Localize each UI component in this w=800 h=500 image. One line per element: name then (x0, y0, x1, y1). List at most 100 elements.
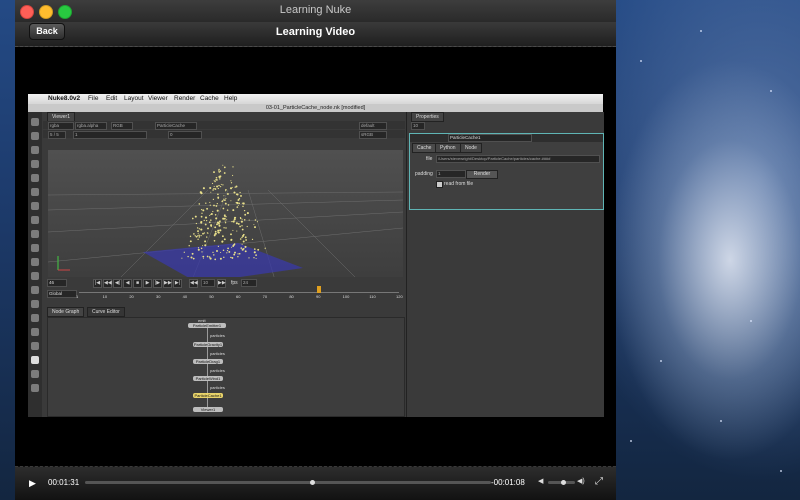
particle (255, 254, 257, 256)
particle (248, 257, 250, 259)
padding-field[interactable]: 1 (436, 170, 466, 178)
particle (230, 182, 233, 184)
play-icon[interactable]: ▶ (29, 478, 36, 489)
timeline-tick: 40 (182, 294, 188, 299)
tab-python[interactable]: Python (435, 143, 461, 153)
particle (221, 235, 224, 238)
particle (194, 215, 197, 218)
video-frame[interactable]: Nuke8.0v2 File Edit Layout Viewer Render… (28, 94, 604, 417)
particle (225, 190, 227, 192)
particle (242, 240, 245, 243)
file-path-field[interactable]: /Users/stevewright/Desktop/ParticleCache… (436, 155, 600, 163)
node-viewer[interactable]: Viewer1 (193, 407, 223, 412)
particle (209, 204, 211, 206)
particle (219, 178, 221, 180)
particle (217, 231, 220, 234)
node-particle-drag[interactable]: ParticleDrag1 (193, 359, 223, 364)
current-frame-field[interactable]: 46 (47, 279, 67, 287)
node-graph-canvas[interactable]: emit ParticleEmitter1 particles Particle… (47, 317, 405, 417)
particle (243, 209, 246, 212)
fps-field[interactable]: 24 (241, 279, 257, 287)
volume-knob[interactable] (560, 480, 566, 485)
particle (243, 219, 246, 221)
particle (255, 257, 257, 260)
particle (223, 238, 226, 241)
particle (251, 238, 254, 241)
particle (230, 200, 232, 202)
play-backward-button[interactable]: ◀ (123, 279, 132, 288)
seek-bar[interactable] (85, 480, 491, 485)
max-panels-field[interactable]: 10 (411, 122, 425, 130)
tab-curve-editor[interactable]: Curve Editor (87, 307, 125, 317)
particle (200, 234, 202, 237)
volume-low-icon: ◀ (538, 478, 544, 485)
colorspace-field: sRGB (359, 131, 387, 139)
tab-node[interactable]: Node (460, 143, 482, 153)
particle (244, 245, 247, 248)
range-select[interactable]: Global (47, 290, 77, 298)
particle (217, 197, 219, 199)
particles-label-4: particles (210, 385, 225, 390)
node-particle-gravity[interactable]: ParticleGravity1 (193, 342, 223, 347)
particle (216, 250, 218, 252)
particle (241, 228, 244, 231)
particle (202, 245, 204, 247)
last-frame-button[interactable]: ▶| (173, 279, 182, 288)
particle (206, 207, 209, 210)
skip-back-button[interactable]: ◀◀ (189, 279, 198, 288)
padding-label: padding (415, 171, 433, 177)
render-button[interactable]: Render (466, 170, 498, 179)
particle (230, 256, 232, 259)
particle (235, 222, 238, 225)
node-name-field[interactable]: ParticleCache1 (448, 134, 532, 142)
play-forward-button[interactable]: ▶ (143, 279, 152, 288)
particle (237, 256, 239, 258)
playhead[interactable] (317, 286, 321, 293)
keyer-icon (31, 202, 39, 210)
seek-knob[interactable] (310, 480, 316, 485)
particle (214, 214, 217, 216)
timeline-tick: 30 (156, 294, 161, 299)
stop-button[interactable]: ■ (133, 279, 142, 288)
skip-forward-button[interactable]: ▶▶ (217, 279, 226, 288)
particle (236, 206, 239, 208)
fullscreen-icon[interactable]: ⤢ (595, 476, 603, 487)
particle (238, 252, 241, 255)
step-forward-button[interactable]: |▶ (153, 279, 162, 288)
particle (224, 202, 227, 205)
first-frame-button[interactable]: |◀ (93, 279, 102, 288)
particle (253, 251, 256, 254)
particle (257, 248, 260, 251)
particle (216, 223, 218, 226)
node-graph-panel: Node Graph Curve Editor emit ParticleEmi… (43, 306, 405, 417)
particle (205, 219, 208, 222)
particle (225, 216, 227, 218)
timeline-ruler[interactable] (79, 292, 399, 293)
particle (221, 240, 224, 243)
prev-key-button[interactable]: ◀◀ (103, 279, 112, 288)
menu-cache: Cache (200, 95, 219, 102)
step-field[interactable]: 10 (201, 279, 215, 287)
step-back-button[interactable]: ◀| (113, 279, 122, 288)
volume-slider[interactable] (548, 480, 575, 485)
particle (241, 218, 243, 220)
particle (204, 240, 207, 243)
tab-node-graph[interactable]: Node Graph (47, 307, 85, 317)
timeline-tick: 60 (236, 294, 241, 299)
node-particle-wind[interactable]: ParticleWind1 (193, 376, 223, 381)
node-particle-cache[interactable]: ParticleCache1 (193, 393, 223, 398)
particle (242, 202, 245, 205)
timeline-tick: 120 (396, 294, 403, 299)
read-from-file-checkbox[interactable] (436, 181, 443, 188)
particle (212, 251, 214, 254)
toolsets-icon (31, 314, 39, 322)
particle (242, 205, 244, 208)
tab-cache[interactable]: Cache (412, 143, 437, 153)
volume-high-icon: ◀) (577, 478, 585, 485)
particle (200, 208, 203, 211)
viewer-toolbar-2: 5 / 5 1 0 sRGB (43, 130, 405, 139)
particle (214, 258, 217, 261)
next-key-button[interactable]: ▶▶ (163, 279, 172, 288)
image-icon (31, 118, 39, 126)
viewer-viewport[interactable]: 3D Scene 39 (fps: gui) (48, 150, 403, 290)
